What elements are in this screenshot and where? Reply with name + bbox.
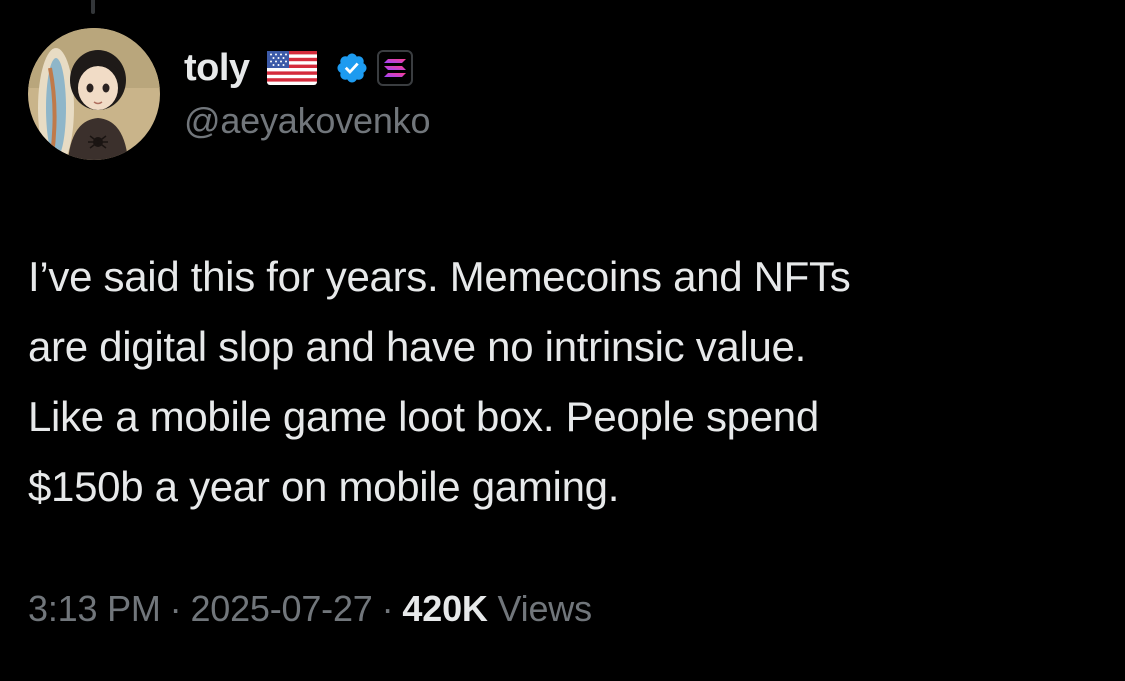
tweet-time[interactable]: 3:13 PM bbox=[28, 588, 161, 629]
views-count[interactable]: 420K bbox=[402, 588, 487, 629]
author-handle[interactable]: @aeyakovenko bbox=[184, 100, 430, 142]
us-flag-icon bbox=[266, 51, 317, 85]
author-display-name[interactable]: toly bbox=[184, 47, 250, 90]
verified-badge-icon[interactable] bbox=[335, 51, 369, 85]
tweet-date[interactable]: 2025-07-27 bbox=[190, 588, 372, 629]
avatar-illustration bbox=[28, 28, 160, 160]
tweet-text-line: are digital slop and have no intrinsic v… bbox=[28, 323, 806, 370]
tweet-text-line: Like a mobile game loot box. People spen… bbox=[28, 393, 819, 440]
avatar[interactable] bbox=[28, 28, 160, 160]
views-label: Views bbox=[497, 588, 593, 629]
tweet-text-line: I’ve said this for years. Memecoins and … bbox=[28, 253, 851, 300]
solana-affiliate-icon[interactable] bbox=[376, 50, 413, 86]
tweet-metadata: 3:13 PM · 2025-07-27 · 420K Views bbox=[28, 588, 592, 630]
thread-connector-line bbox=[91, 0, 95, 14]
meta-separator: · bbox=[169, 588, 182, 629]
author-name-row: toly bbox=[184, 44, 413, 92]
tweet-text-line: $150b a year on mobile gaming. bbox=[28, 463, 620, 510]
tweet-text: I’ve said this for years. Memecoins and … bbox=[28, 242, 1098, 522]
meta-separator: · bbox=[381, 588, 394, 629]
